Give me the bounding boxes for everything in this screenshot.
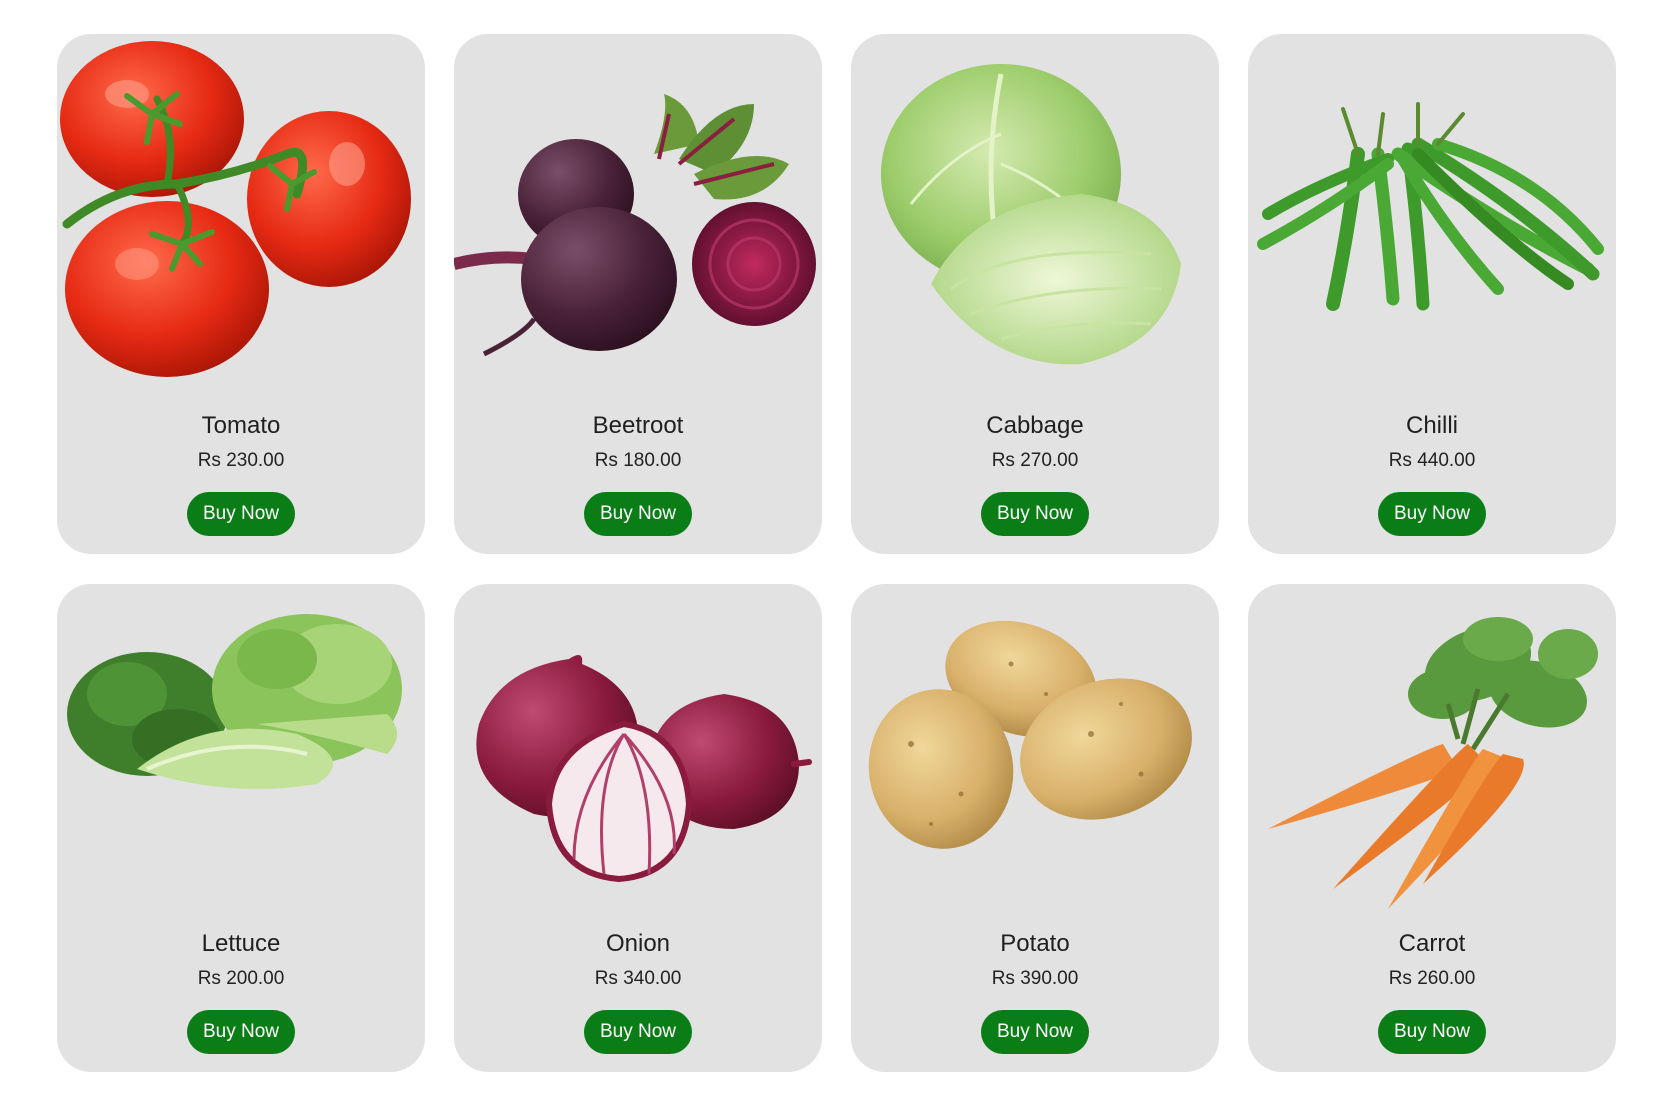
product-price: Rs 260.00	[1388, 968, 1476, 989]
buy-now-button-cabbage[interactable]: Buy Now	[980, 492, 1090, 536]
product-card-potato: Potato Rs 390.00 Buy Now	[851, 584, 1219, 1072]
product-card-carrot: Carrot Rs 260.00 Buy Now	[1248, 584, 1616, 1072]
tomato-icon	[60, 41, 411, 377]
product-price: Rs 230.00	[197, 450, 285, 471]
product-info: Onion Rs 340.00 Buy Now	[454, 930, 822, 1054]
beetroot-icon	[454, 94, 816, 357]
product-name: Onion	[605, 930, 671, 957]
chilli-image	[1248, 34, 1616, 384]
chilli-icon	[1257, 102, 1604, 311]
product-price: Rs 440.00	[1388, 450, 1476, 471]
product-price: Rs 180.00	[594, 450, 682, 471]
product-card-beetroot: Beetroot Rs 180.00 Buy Now	[454, 34, 822, 554]
product-name: Carrot	[1398, 930, 1466, 957]
product-card-cabbage: Cabbage Rs 270.00 Buy Now	[851, 34, 1219, 554]
product-card-tomato: Tomato Rs 230.00 Buy Now	[57, 34, 425, 554]
product-name: Chilli	[1405, 412, 1458, 439]
buy-now-button-lettuce[interactable]: Buy Now	[186, 1010, 296, 1054]
buy-now-button-tomato[interactable]: Buy Now	[186, 492, 296, 536]
buy-now-button-potato[interactable]: Buy Now	[980, 1010, 1090, 1054]
onion-image	[454, 584, 822, 934]
product-price: Rs 270.00	[991, 450, 1079, 471]
tomato-image	[57, 34, 425, 384]
product-info: Tomato Rs 230.00 Buy Now	[57, 412, 425, 536]
onion-icon	[476, 655, 812, 883]
product-info: Carrot Rs 260.00 Buy Now	[1248, 930, 1616, 1054]
product-card-onion: Onion Rs 340.00 Buy Now	[454, 584, 822, 1072]
product-info: Beetroot Rs 180.00 Buy Now	[454, 412, 822, 536]
product-info: Chilli Rs 440.00 Buy Now	[1248, 412, 1616, 536]
product-grid: Tomato Rs 230.00 Buy Now Beetroot Rs 180…	[57, 34, 1616, 1072]
beetroot-image	[454, 34, 822, 384]
product-price: Rs 390.00	[991, 968, 1079, 989]
product-price: Rs 200.00	[197, 968, 285, 989]
product-info: Cabbage Rs 270.00 Buy Now	[851, 412, 1219, 536]
product-name: Tomato	[201, 412, 281, 439]
buy-now-button-onion[interactable]: Buy Now	[583, 1010, 693, 1054]
potato-icon	[868, 620, 1192, 849]
product-name: Cabbage	[986, 412, 1084, 439]
carrot-icon	[1268, 617, 1598, 909]
product-info: Lettuce Rs 200.00 Buy Now	[57, 930, 425, 1054]
product-name: Beetroot	[592, 412, 684, 439]
cabbage-icon	[881, 64, 1181, 365]
product-card-chilli: Chilli Rs 440.00 Buy Now	[1248, 34, 1616, 554]
product-name: Lettuce	[201, 930, 281, 957]
buy-now-button-beetroot[interactable]: Buy Now	[583, 492, 693, 536]
buy-now-button-chilli[interactable]: Buy Now	[1377, 492, 1487, 536]
product-price: Rs 340.00	[594, 968, 682, 989]
carrot-image	[1248, 584, 1616, 934]
product-card-lettuce: Lettuce Rs 200.00 Buy Now	[57, 584, 425, 1072]
product-info: Potato Rs 390.00 Buy Now	[851, 930, 1219, 1054]
product-name: Potato	[1000, 930, 1070, 957]
lettuce-icon	[67, 614, 402, 789]
potato-image	[851, 584, 1219, 934]
lettuce-image	[57, 584, 425, 934]
cabbage-image	[851, 34, 1219, 384]
buy-now-button-carrot[interactable]: Buy Now	[1377, 1010, 1487, 1054]
